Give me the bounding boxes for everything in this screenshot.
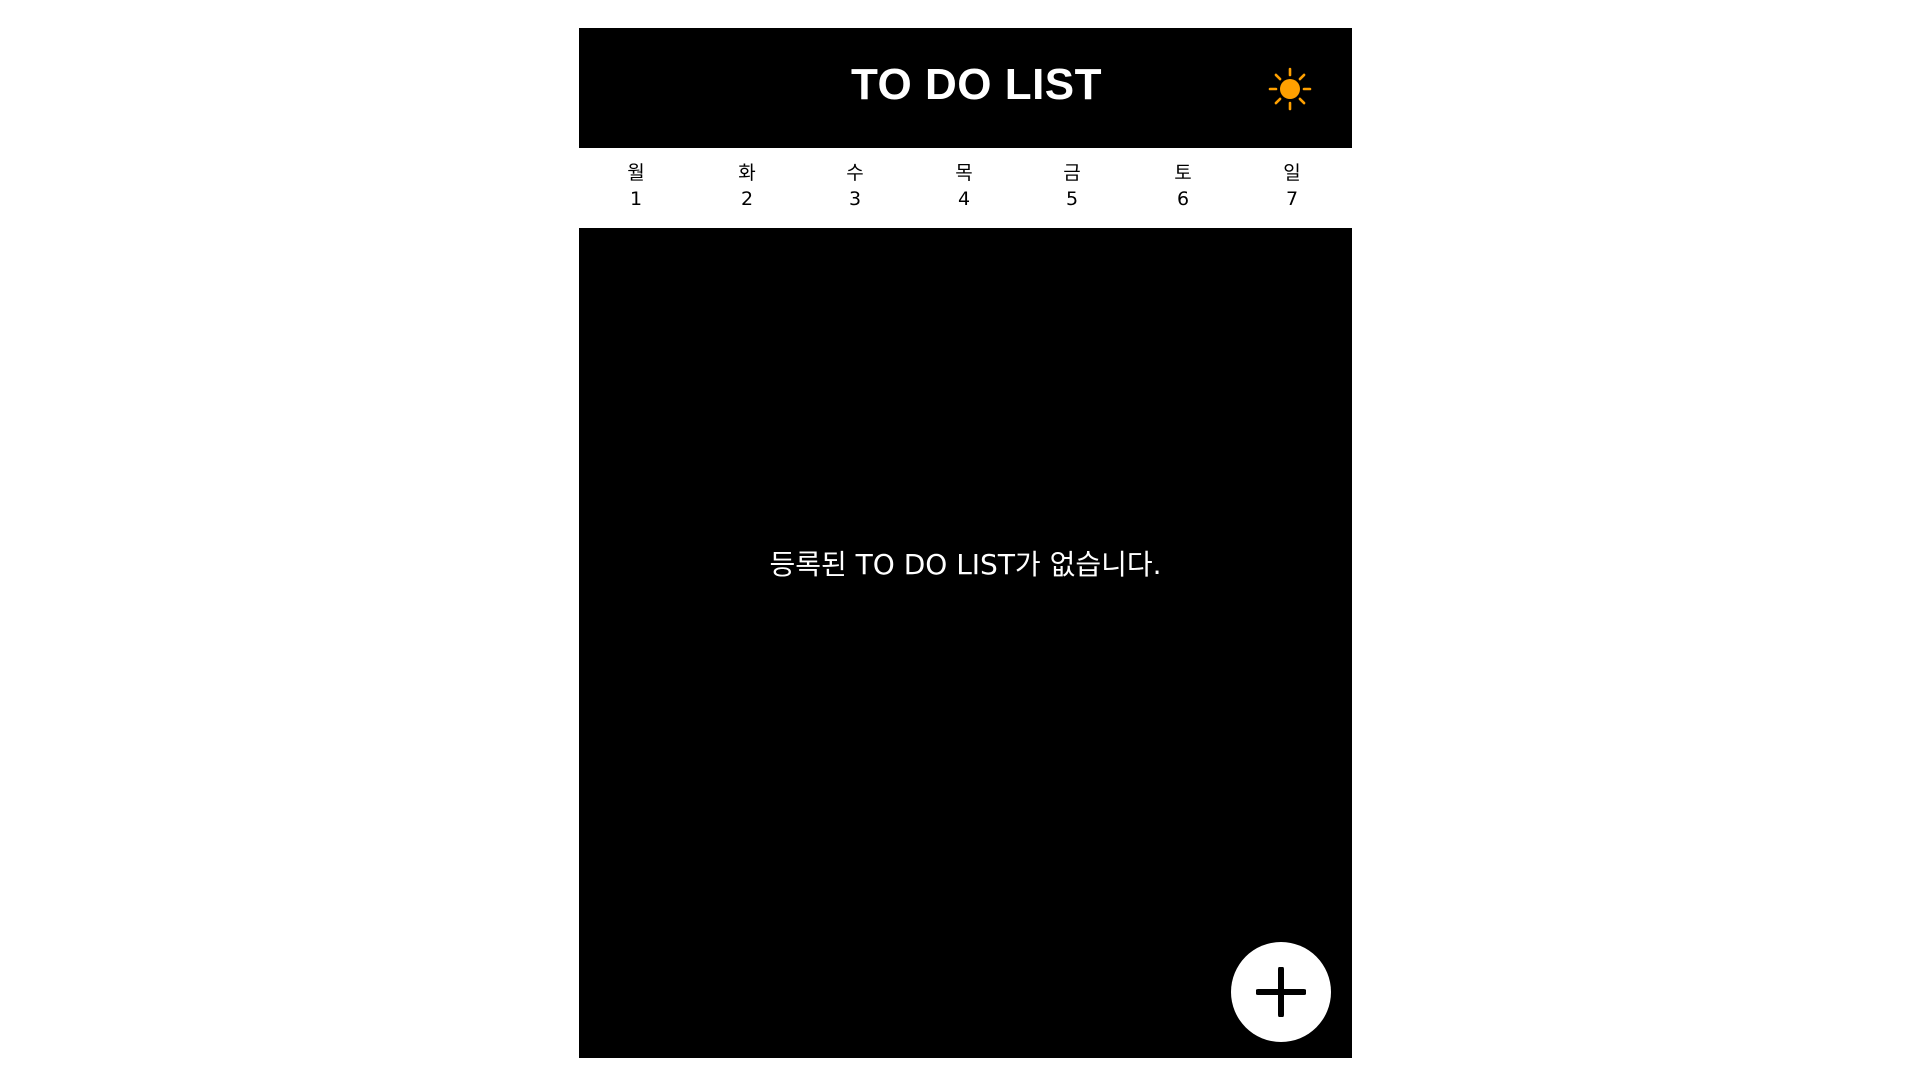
- day-thursday[interactable]: 목 4: [934, 148, 994, 228]
- day-wednesday[interactable]: 수 3: [825, 148, 885, 228]
- day-name: 토: [1174, 162, 1192, 184]
- day-name: 목: [955, 162, 973, 184]
- page-title: TO DO LIST: [850, 60, 1103, 109]
- add-todo-button[interactable]: [1231, 942, 1331, 1042]
- day-monday[interactable]: 월 1: [606, 148, 666, 228]
- day-sunday[interactable]: 일 7: [1262, 148, 1322, 228]
- day-saturday[interactable]: 토 6: [1153, 148, 1213, 228]
- day-date: 1: [629, 188, 643, 210]
- plus-icon: [1256, 967, 1306, 1017]
- day-date: 2: [740, 188, 754, 210]
- empty-list-message: 등록된 TO DO LIST가 없습니다.: [769, 548, 1162, 581]
- sun-icon: [1268, 67, 1312, 111]
- week-selector: 월 1 화 2 수 3 목 4 금 5 토 6 일 7: [579, 148, 1352, 228]
- day-date: 5: [1065, 188, 1079, 210]
- day-date: 4: [957, 188, 971, 210]
- day-name: 월: [627, 162, 645, 184]
- app-header: TO DO LIST: [579, 28, 1352, 148]
- day-date: 6: [1176, 188, 1190, 210]
- day-name: 일: [1283, 162, 1301, 184]
- day-name: 금: [1063, 162, 1081, 184]
- day-date: 3: [848, 188, 862, 210]
- todo-app: TO DO LIST 월 1 화 2 수 3 목 4 금 5 토 6 일 7 등…: [579, 28, 1352, 1058]
- day-name: 화: [738, 162, 756, 184]
- day-tuesday[interactable]: 화 2: [717, 148, 777, 228]
- day-date: 7: [1285, 188, 1299, 210]
- day-name: 수: [846, 162, 864, 184]
- day-friday[interactable]: 금 5: [1042, 148, 1102, 228]
- theme-toggle-button[interactable]: [1268, 67, 1312, 111]
